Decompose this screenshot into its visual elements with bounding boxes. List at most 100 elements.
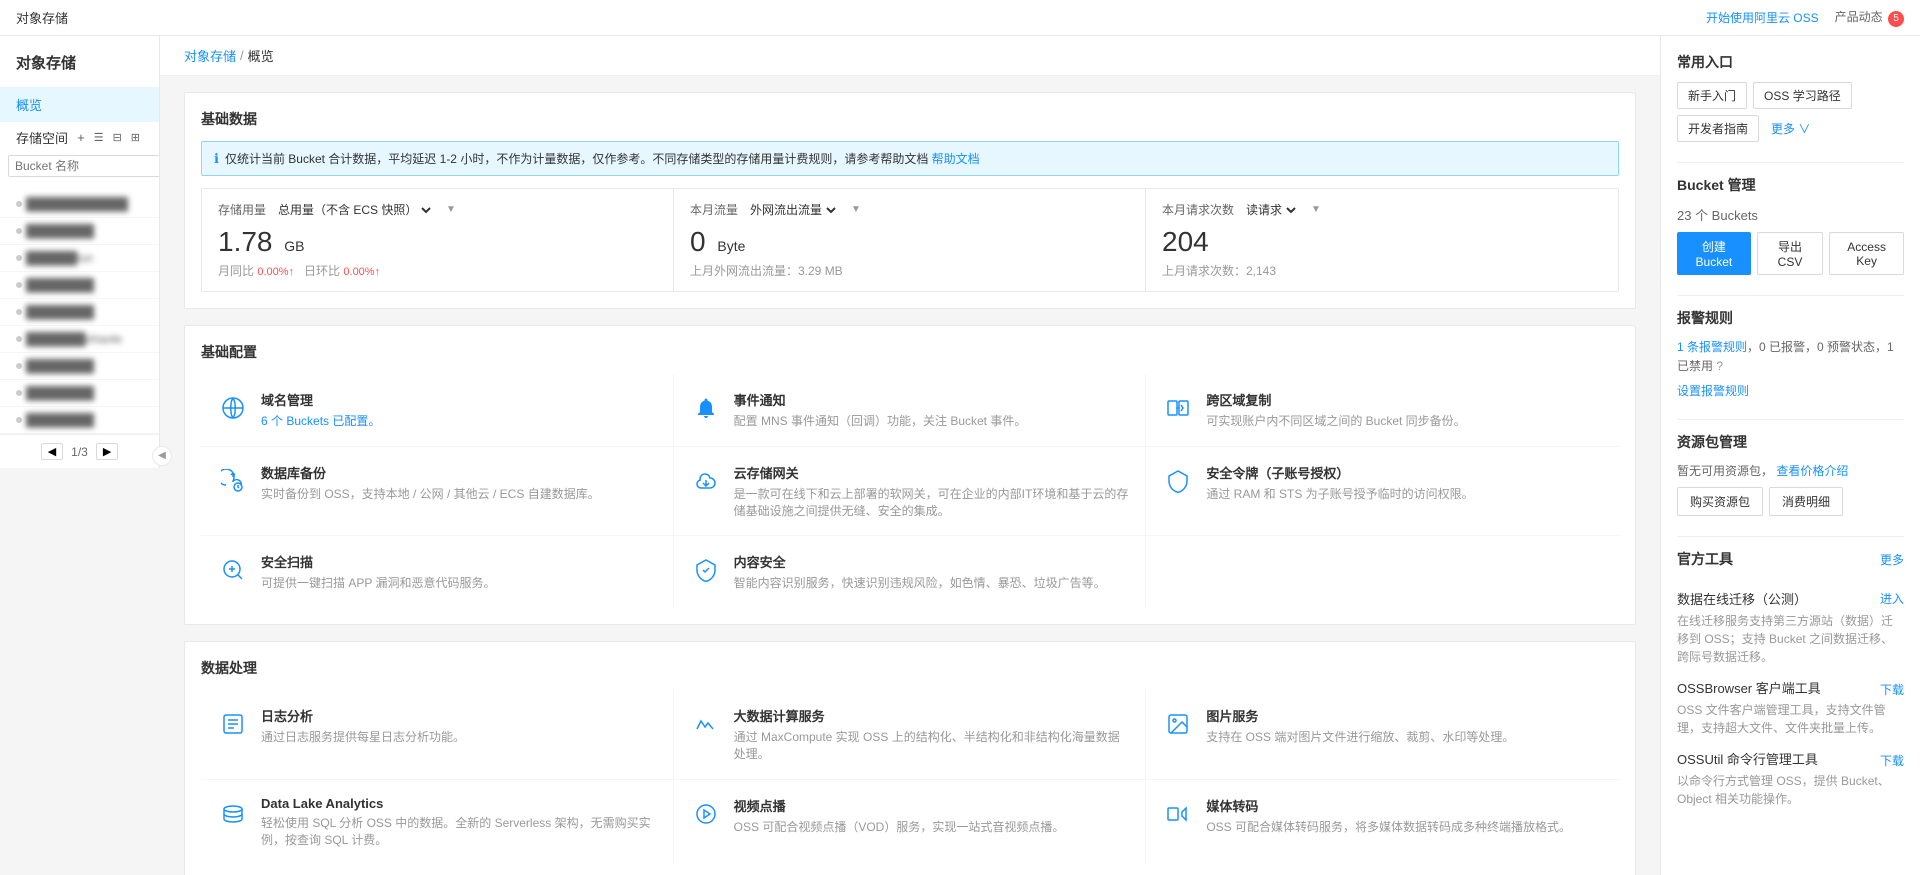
vod-icon [690, 798, 722, 830]
process-item-log[interactable]: 日志分析 通过日志服务提供每星日志分析功能。 [201, 690, 674, 780]
ossbrowser-desc: OSS 文件客户端管理工具，支持文件管理，支持超大文件、文件夹批量上传。 [1677, 701, 1904, 737]
process-item-vod[interactable]: 视频点播 OSS 可配合视频点播（VOD）服务，实现一站式音视频点播。 [674, 780, 1147, 865]
log-icon [217, 708, 249, 740]
bullet-icon [16, 336, 22, 342]
config-item-domain[interactable]: 域名管理 6 个 Buckets 已配置。 [201, 374, 674, 447]
config-content-safety-text: 内容安全 智能内容识别服务，快速识别违规风险，如色情、暴恐、垃圾广告等。 [734, 552, 1106, 592]
process-item-bigdata[interactable]: 大数据计算服务 通过 MaxCompute 实现 OSS 上的结构化、半结构化和… [674, 690, 1147, 780]
notification-icon [690, 392, 722, 424]
ossbrowser-header: OSSBrowser 客户端工具 下载 [1677, 678, 1904, 701]
entry-learning-path-btn[interactable]: OSS 学习路径 [1753, 82, 1852, 109]
divider-1 [1677, 162, 1904, 163]
migration-title: 数据在线迁移（公测） [1677, 589, 1807, 608]
sidebar-pagination: ◀ 1/3 ▶ [0, 434, 159, 468]
entry-beginner-btn[interactable]: 新手入门 [1677, 82, 1747, 109]
bucket-search-input[interactable] [8, 155, 160, 177]
config-item-replication[interactable]: 跨区域复制 可实现账户内不同区域之间的 Bucket 同步备份。 [1146, 374, 1619, 447]
datalake-icon [217, 798, 249, 830]
set-alert-rule-btn[interactable]: 设置报警规则 [1677, 382, 1749, 399]
config-grid: 域名管理 6 个 Buckets 已配置。 事件通知 配置 MNS 事件通知（回… [201, 374, 1619, 608]
traffic-type-select[interactable]: 外网流出流量 内网流出流量 [746, 202, 839, 218]
list-item[interactable]: ████████ [0, 353, 159, 380]
migration-link[interactable]: 进入 [1880, 590, 1904, 607]
config-item-scan[interactable]: 安全扫描 可提供一键扫描 APP 漏洞和恶意代码服务。 [201, 536, 674, 608]
breadcrumb-parent[interactable]: 对象存储 [184, 46, 236, 65]
process-item-transcode[interactable]: 媒体转码 OSS 可配合媒体转码服务，将多媒体数据转码成多种终端播放格式。 [1146, 780, 1619, 865]
access-key-btn[interactable]: Access Key [1829, 232, 1904, 275]
content-area: 基础数据 ℹ 仅统计当前 Bucket 合计数据，平均延迟 1-2 小时，不作为… [160, 76, 1660, 875]
list-item[interactable]: ██████lun [0, 245, 159, 272]
resource-buttons: 购买资源包 消费明细 [1677, 487, 1904, 516]
metric-traffic-label: 本月流量 [690, 201, 738, 218]
ossutil-download-link[interactable]: 下载 [1880, 752, 1904, 769]
config-scan-text: 安全扫描 可提供一键扫描 APP 漏洞和恶意代码服务。 [261, 552, 495, 592]
config-item-notification[interactable]: 事件通知 配置 MNS 事件通知（回调）功能，关注 Bucket 事件。 [674, 374, 1147, 447]
metric-traffic-header: 本月流量 外网流出流量 内网流出流量 ▼ [690, 201, 1129, 218]
add-bucket-btn[interactable]: + [74, 128, 88, 147]
ossbrowser-download-link[interactable]: 下载 [1880, 681, 1904, 698]
config-item-backup[interactable]: 数据库备份 实时备份到 OSS，支持本地 / 公网 / 其他云 / ECS 自建… [201, 447, 674, 537]
prev-page-btn[interactable]: ◀ [41, 443, 63, 460]
divider-3 [1677, 419, 1904, 420]
sidebar-collapse-btn[interactable]: ◀ [152, 446, 172, 466]
process-grid: 日志分析 通过日志服务提供每星日志分析功能。 大数据计算服务 通过 MaxCom… [201, 690, 1619, 864]
resource-pricing-link[interactable]: 查看价格介绍 [1776, 464, 1848, 478]
config-item-content-safety[interactable]: 内容安全 智能内容识别服务，快速识别违规风险，如色情、暴恐、垃圾广告等。 [674, 536, 1147, 608]
toolbar-btn-1[interactable]: ☰ [91, 128, 107, 147]
breadcrumb: 对象存储 / 概览 [160, 36, 1660, 76]
more-tools-link[interactable]: 更多 [1880, 551, 1904, 568]
entry-more-btn[interactable]: 更多 ∨ [1765, 115, 1816, 142]
divider-4 [1677, 536, 1904, 537]
config-item-gateway[interactable]: 云存储网关 是一款可在线下和云上部署的软网关，可在企业的内部IT环境和基于云的存… [674, 447, 1147, 537]
list-item[interactable]: ████████ [0, 407, 159, 434]
list-item[interactable]: ███████ehaote [0, 326, 159, 353]
help-circle-icon: ? [1716, 359, 1723, 373]
start-using-link[interactable]: 开始使用阿里云 OSS [1706, 9, 1819, 26]
ossutil-section: OSSUtil 命令行管理工具 下载 以命令行方式管理 OSS，提供 Bucke… [1677, 749, 1904, 808]
next-page-btn[interactable]: ▶ [96, 443, 118, 460]
list-item[interactable]: ████████ [0, 380, 159, 407]
list-item[interactable]: ████████ [0, 218, 159, 245]
common-entry-buttons: 新手入门 OSS 学习路径 开发者指南 更多 ∨ [1677, 82, 1904, 142]
ossutil-desc: 以命令行方式管理 OSS，提供 Bucket、Object 相关功能操作。 [1677, 772, 1904, 808]
bucket-action-buttons: 创建 Bucket 导出 CSV Access Key [1677, 232, 1904, 275]
replication-icon [1162, 392, 1194, 424]
bucket-list: ████████████ ████████ ██████lun ████████… [0, 191, 159, 434]
requests-value: 204 [1162, 226, 1602, 258]
list-item[interactable]: ████████████ [0, 191, 159, 218]
create-bucket-btn[interactable]: 创建 Bucket [1677, 232, 1751, 275]
process-transcode-text: 媒体转码 OSS 可配合媒体转码服务，将多媒体数据转码成多种终端播放格式。 [1206, 796, 1571, 836]
chevron-down-icon: ∨ [1798, 122, 1810, 136]
config-item-security[interactable]: 安全令牌（子账号授权） 通过 RAM 和 STS 为子账号授予临时的访问权限。 [1146, 447, 1619, 537]
process-item-datalake[interactable]: Data Lake Analytics 轻松使用 SQL 分析 OSS 中的数据… [201, 780, 674, 865]
product-news-link[interactable]: 产品动态 5 [1835, 8, 1904, 27]
content-safety-icon [690, 554, 722, 586]
toolbar-btn-3[interactable]: ⊞ [128, 128, 143, 147]
entry-dev-guide-btn[interactable]: 开发者指南 [1677, 115, 1759, 142]
alert-rule-link[interactable]: 1 条报警规则 [1677, 340, 1747, 354]
help-doc-link[interactable]: 帮助文档 [932, 152, 980, 166]
resource-mgmt-section: 资源包管理 暂无可用资源包， 查看价格介绍 购买资源包 消费明细 [1677, 432, 1904, 516]
bigdata-icon [690, 708, 722, 740]
sidebar-wrapper: 对象存储 概览 存储空间 + ☰ ⊟ ⊞ 🔍 [0, 36, 160, 875]
consumption-detail-btn[interactable]: 消费明细 [1769, 487, 1843, 516]
requests-sub: 上月请求次数：2,143 [1162, 262, 1602, 279]
sidebar-item-overview[interactable]: 概览 [0, 87, 159, 122]
metric-requests: 本月请求次数 读请求 写请求 ▼ 204 上月请求次数：2,143 [1146, 189, 1618, 291]
list-item[interactable]: ████████ [0, 299, 159, 326]
buy-resource-btn[interactable]: 购买资源包 [1677, 487, 1763, 516]
config-gateway-text: 云存储网关 是一款可在线下和云上部署的软网关，可在企业的内部IT环境和基于云的存… [734, 463, 1130, 520]
info-text: 仅统计当前 Bucket 合计数据，平均延迟 1-2 小时，不作为计量数据，仅作… [225, 150, 980, 167]
storage-type-select[interactable]: 总用量（不含 ECS 快照） 标准存储 [274, 202, 434, 218]
toolbar-btn-2[interactable]: ⊟ [110, 128, 125, 147]
scan-icon [217, 554, 249, 586]
config-replication-text: 跨区域复制 可实现账户内不同区域之间的 Bucket 同步备份。 [1206, 390, 1465, 430]
list-item[interactable]: ████████ [0, 272, 159, 299]
request-type-select[interactable]: 读请求 写请求 [1242, 202, 1299, 218]
process-item-image[interactable]: 图片服务 支持在 OSS 端对图片文件进行缩放、裁剪、水印等处理。 [1146, 690, 1619, 780]
metrics-row: 存储用量 总用量（不含 ECS 快照） 标准存储 ▼ 1.78 GB [201, 188, 1619, 292]
migration-desc: 在线迁移服务支持第三方源站（数据）迁移到 OSS；支持 Bucket 之间数据迁… [1677, 612, 1904, 666]
sidebar-nav: 概览 存储空间 + ☰ ⊟ ⊞ 🔍 [0, 81, 159, 191]
export-csv-btn[interactable]: 导出 CSV [1757, 232, 1823, 275]
process-log-text: 日志分析 通过日志服务提供每星日志分析功能。 [261, 706, 465, 746]
